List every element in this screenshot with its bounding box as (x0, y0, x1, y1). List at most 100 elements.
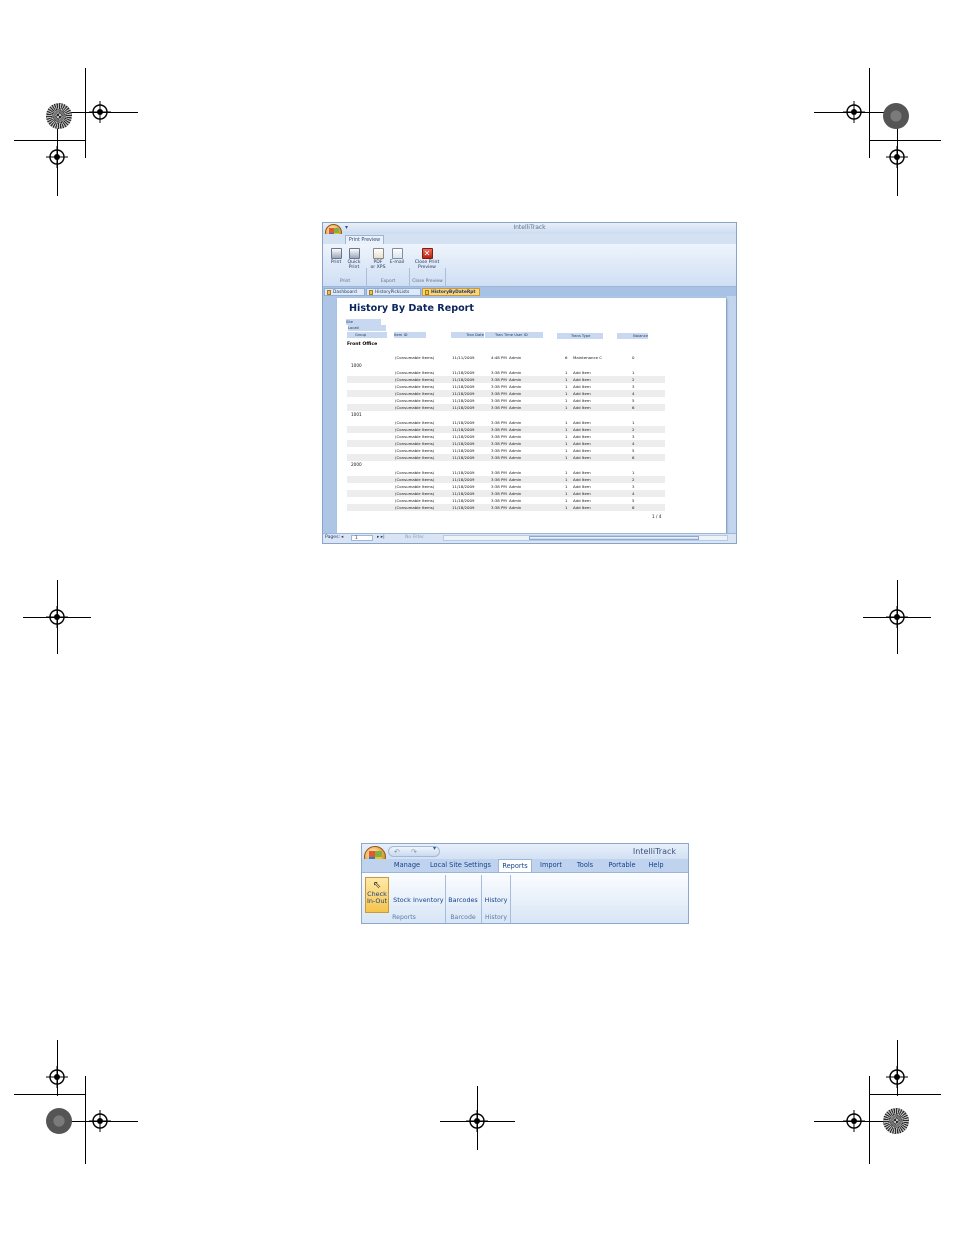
group-divider (445, 875, 446, 923)
scrollbar-thumb[interactable] (529, 536, 699, 540)
stock-button[interactable]: Stock (392, 897, 412, 904)
group-label-print: Print (339, 279, 351, 284)
doc-tab-dashboard[interactable]: Dashboard (324, 288, 365, 296)
registration-target-icon (886, 146, 908, 168)
inventory-button[interactable]: Inventory (413, 897, 444, 904)
registration-target-icon (843, 101, 865, 123)
group-divider (510, 875, 511, 923)
registration-target-icon (46, 606, 68, 628)
registration-target-icon (886, 606, 908, 628)
title-bar: IntelliTrack (323, 223, 736, 234)
barcodes-button[interactable]: Barcodes (448, 897, 478, 904)
table-row: (Consumable Items) 11/18/2009 3:38 PM Admin… (347, 376, 665, 383)
filter-indicator[interactable]: No Filter (405, 534, 424, 542)
registration-target-icon (843, 1110, 865, 1132)
registration-target-icon (46, 1066, 68, 1088)
registration-disc-icon (46, 1108, 72, 1134)
print-preview-window: IntelliTrack ▾ Print Preview Print Quick… (322, 222, 737, 544)
group-label-barcode: Barcode (450, 914, 476, 921)
table-row: (Consumable Items) 11/18/2009 3:38 PM Admin… (395, 470, 635, 475)
column-header-tran-time-user-id: Tran Time User ID (485, 332, 543, 338)
group-label: 2000 (351, 462, 362, 467)
header-group: Group (347, 332, 387, 338)
pages-label: Pages: (325, 535, 341, 540)
column-header-tran-date: Tran Date (451, 332, 484, 338)
registration-target-icon (89, 101, 111, 123)
next-page-icon[interactable]: ▸ ▸| (377, 534, 385, 542)
table-row: (Consumable Items) 11/18/2009 3:38 PM Admin… (395, 498, 635, 503)
registration-target-icon (886, 1066, 908, 1088)
navigation-bar: Pages: ◂ 1 ▸ ▸| No Filter (323, 533, 736, 543)
table-row: (Consumable Items) 11/18/2009 3:38 PM Admin… (395, 434, 635, 439)
app-title: IntelliTrack (513, 224, 546, 231)
column-header-item-id: Item ID (394, 332, 426, 338)
registration-target-icon (466, 1110, 488, 1132)
email-icon (391, 248, 403, 259)
table-row: (Consumable Items) 11/18/2009 3:38 PM Admin… (395, 484, 635, 489)
print-button[interactable]: Print (328, 248, 344, 265)
quick-access-dropdown-icon[interactable]: ▾ (345, 224, 348, 231)
registration-target-icon (89, 1110, 111, 1132)
pdf-xps-button[interactable]: PDF or XPS (369, 248, 387, 270)
horizontal-scrollbar[interactable] (443, 535, 728, 541)
site-name: Front Office (347, 342, 378, 347)
page-number: 1 / 4 (652, 514, 662, 519)
registration-disc-icon (883, 1108, 909, 1134)
table-row: (Consumable Items) 11/18/2009 3:38 PM Admin… (395, 370, 635, 375)
table-row: (Consumable Items) 11/18/2009 3:38 PM Admin… (347, 426, 665, 433)
tab-local-site-settings[interactable]: Local Site Settings (429, 859, 492, 872)
tab-manage[interactable]: Manage (392, 859, 422, 872)
group-label-reports: Reports (392, 914, 416, 921)
tab-portable[interactable]: Portable (605, 859, 639, 872)
report-page: History By Date Report Site Locati Group… (337, 298, 726, 536)
tab-tools[interactable]: Tools (573, 859, 597, 872)
ribbon-window: IntelliTrack ↶ ↷ ▾ Manage Local Site Set… (361, 843, 689, 924)
quick-print-button[interactable]: Quick Print (346, 248, 362, 270)
table-row: (Consumable Items) 11/18/2009 3:38 PM Admin… (347, 454, 665, 461)
first-page-icon[interactable]: ◂ (341, 534, 343, 542)
group-label: 1001 (351, 412, 362, 417)
table-row: (Consumable Items) 11/18/2009 3:38 PM Admin… (395, 384, 635, 389)
table-row: (Consumable Items) 11/11/2009 4:48 PM Ad… (395, 355, 635, 360)
table-row: (Consumable Items) 11/18/2009 3:38 PM Admin… (347, 504, 665, 511)
registration-disc-icon (883, 103, 909, 129)
quick-print-icon (348, 248, 360, 259)
doc-tab-history-by-date-rpt[interactable]: HistoryByDateRpt (422, 288, 480, 296)
ribbon: Print Quick Print PDF or XPS E-mail ✕ Cl… (323, 244, 736, 304)
close-print-preview-button[interactable]: ✕ Close Print Preview (411, 248, 443, 270)
tab-import[interactable]: Import (538, 859, 564, 872)
close-icon: ✕ (421, 248, 433, 259)
column-header-trans-type: Trans Type (557, 333, 603, 339)
doc-tab-history-pick-lists[interactable]: HistoryPickLists (366, 288, 421, 296)
header-location: Locati (348, 325, 386, 331)
group-label-export: Export (380, 279, 396, 284)
column-header-balance: Balance (617, 333, 648, 339)
group-label: 1000 (351, 363, 362, 368)
tab-help[interactable]: Help (645, 859, 667, 872)
table-row: (Consumable Items) 11/18/2009 3:38 PM Admin… (347, 440, 665, 447)
group-label-close-preview: Close Preview (412, 279, 443, 284)
undo-icon[interactable]: ↶ (394, 847, 400, 857)
report-title: History By Date Report (349, 303, 474, 314)
check-in-out-button[interactable]: ⇖ Check In-Out (365, 877, 389, 913)
table-row: (Consumable Items) 11/18/2009 3:38 PM Admin… (347, 476, 665, 483)
table-row: (Consumable Items) 11/18/2009 3:38 PM Admin… (395, 420, 635, 425)
ribbon: ⇖ Check In-Out Stock Inventory Reports B… (362, 872, 688, 923)
history-button[interactable]: History (483, 897, 509, 904)
table-row: (Consumable Items) 11/18/2009 3:38 PM Admin… (395, 398, 635, 403)
registration-disc-icon (46, 103, 72, 129)
ribbon-tab-row (323, 234, 736, 244)
registration-target-icon (46, 146, 68, 168)
table-row: (Consumable Items) 11/18/2009 3:38 PM Admin… (347, 490, 665, 497)
table-row: (Consumable Items) 11/18/2009 3:38 PM Admin… (347, 390, 665, 397)
printer-icon (330, 248, 342, 259)
quick-access-dropdown-icon[interactable]: ▾ (433, 845, 436, 852)
pdf-icon (372, 248, 384, 259)
app-title: IntelliTrack (632, 847, 676, 856)
redo-icon[interactable]: ↷ (411, 847, 417, 857)
vertical-scrollbar[interactable] (727, 296, 736, 536)
page-number-input[interactable]: 1 (351, 535, 373, 541)
email-button[interactable]: E-mail (388, 248, 406, 265)
tab-reports[interactable]: Reports (498, 859, 532, 872)
table-row: (Consumable Items) 11/18/2009 3:38 PM Admin… (395, 448, 635, 453)
